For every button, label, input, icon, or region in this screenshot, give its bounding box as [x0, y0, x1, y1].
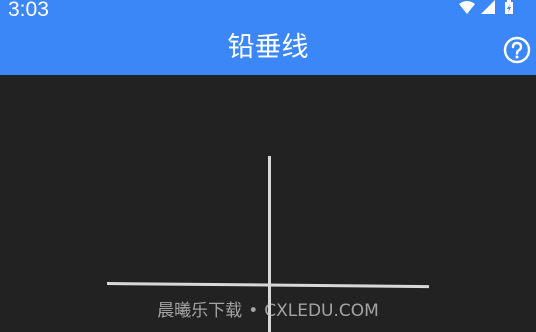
watermark-separator: •	[248, 301, 259, 321]
help-button[interactable]	[503, 36, 531, 64]
help-circle-icon	[503, 36, 531, 64]
status-icons	[459, 0, 529, 16]
watermark-cn: 晨曦乐下载	[157, 301, 243, 321]
app-bar: 3:03 铅垂线	[0, 0, 536, 75]
cellular-signal-icon	[481, 0, 495, 14]
wifi-icon	[459, 1, 475, 14]
watermark-en: CXLEDU.COM	[264, 301, 379, 321]
battery-charging-icon	[505, 0, 513, 14]
watermark: 晨曦乐下载 • CXLEDU.COM	[0, 299, 536, 323]
page-title: 铅垂线	[227, 32, 309, 63]
status-time: 3:03	[8, 0, 49, 21]
